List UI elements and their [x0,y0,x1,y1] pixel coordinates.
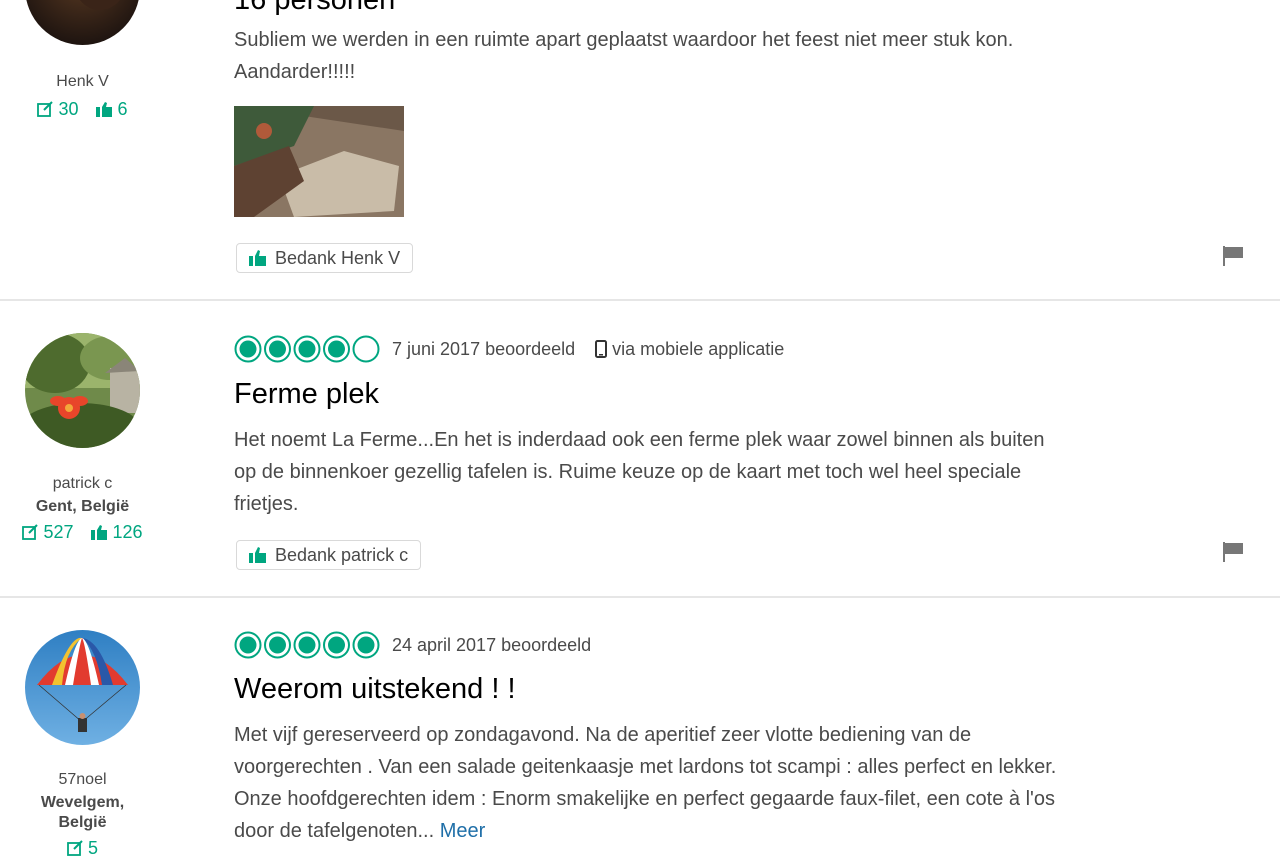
review-body-line: op de binnenkoer gezellig tafelen is. Ru… [234,461,1022,483]
user-stats: 527 126 [0,522,165,543]
user-name[interactable]: patrick c [0,475,165,493]
review-count: 527 [43,522,74,542]
review-count-icon [22,524,39,540]
user-avatar[interactable] [25,0,140,45]
review-card: 57noel Wevelgem, België 5 24 april 2017 … [0,598,1280,858]
helpful-votes-count: 126 [112,522,143,542]
flag-icon[interactable] [1222,245,1244,272]
review-body: Met vijf gereserveerd op zondagavond. Na… [234,719,1174,847]
review-body-line: voorgerechten . Van een salade geitenkaa… [234,756,1057,778]
mobile-phone-icon [595,340,608,358]
read-more-link[interactable]: Meer [440,820,486,842]
user-name[interactable]: 57noel [0,771,165,789]
mobile-app-note: via mobiele applicatie [595,339,784,360]
review-body-line: door de tafelgenoten... [234,820,435,842]
review-title[interactable]: Ferme plek [234,378,379,411]
helpful-votes-icon [90,525,107,540]
thumbs-up-icon [249,547,266,563]
review-card: patrick c Gent, België 527 126 7 juni 20… [0,300,1280,597]
review-body-line: Onze hoofdgerechten idem : Enorm smakeli… [234,788,1055,810]
review-title[interactable]: Weerom uitstekend ! ! [234,673,516,706]
review-title[interactable]: 16 personen [234,0,395,17]
user-stats: 5 [0,838,165,859]
thank-button-label: Bedank Henk V [275,247,401,268]
mobile-app-label: via mobiele applicatie [612,338,785,359]
rating-bubble-fill [328,636,345,654]
thumbs-up-icon [249,250,266,266]
rating-bubble-fill [357,636,375,654]
thank-button[interactable]: Bedank Henk V [236,243,414,273]
review-date: 7 juni 2017 beoordeeld [392,338,576,359]
rating-bubble-fill [269,340,286,358]
review-body: Het noemt La Ferme...En het is inderdaad… [234,424,1174,520]
rating-bubble-fill [239,636,257,654]
review-body-line-last: door de tafelgenoten... Meer [234,815,1174,847]
user-name[interactable]: Henk V [0,73,165,91]
rating-bubble-fill [328,340,345,358]
rating-bubble-fill [239,340,257,358]
helpful-votes-icon [95,102,112,117]
rating-bubble-fill [298,340,316,358]
thank-button-label: Bedank patrick c [275,544,409,565]
review-body: Subliem we werden in een ruimte apart ge… [234,29,1014,83]
rating-bubbles [234,631,380,659]
review-count-icon [37,101,54,117]
flag-icon[interactable] [1222,541,1244,568]
review-meta: 7 juni 2017 beoordeeld via mobiele appli… [234,334,784,364]
review-body-line: Het noemt La Ferme...En het is inderdaad… [234,429,1045,451]
user-location: Wevelgem, België [0,793,165,833]
review-date: 24 april 2017 beoordeeld [392,634,592,655]
rating-bubble [352,335,380,363]
review-photo[interactable] [234,106,404,222]
review-body-line: Met vijf gereserveerd op zondagavond. Na… [234,724,972,746]
rating-bubble-fill [298,636,316,654]
helpful-votes-count: 6 [117,99,128,119]
review-count: 30 [58,99,79,119]
thank-button[interactable]: Bedank patrick c [236,540,422,570]
user-location-line: Wevelgem, [40,794,125,811]
user-avatar[interactable] [25,630,140,745]
review-count: 5 [88,838,99,858]
review-body-line: frietjes. [234,493,299,515]
review-count-icon [67,840,83,856]
user-location-line: België [58,814,107,831]
review-card: Henk V 30 6 16 personen Subliem we werde… [0,0,1280,300]
review-meta: 24 april 2017 beoordeeld [234,630,591,660]
rating-bubbles [234,335,380,363]
user-avatar[interactable] [25,333,140,448]
user-location: Gent, België [35,498,130,515]
rating-bubble-fill [269,636,286,654]
user-stats: 30 6 [0,99,165,120]
